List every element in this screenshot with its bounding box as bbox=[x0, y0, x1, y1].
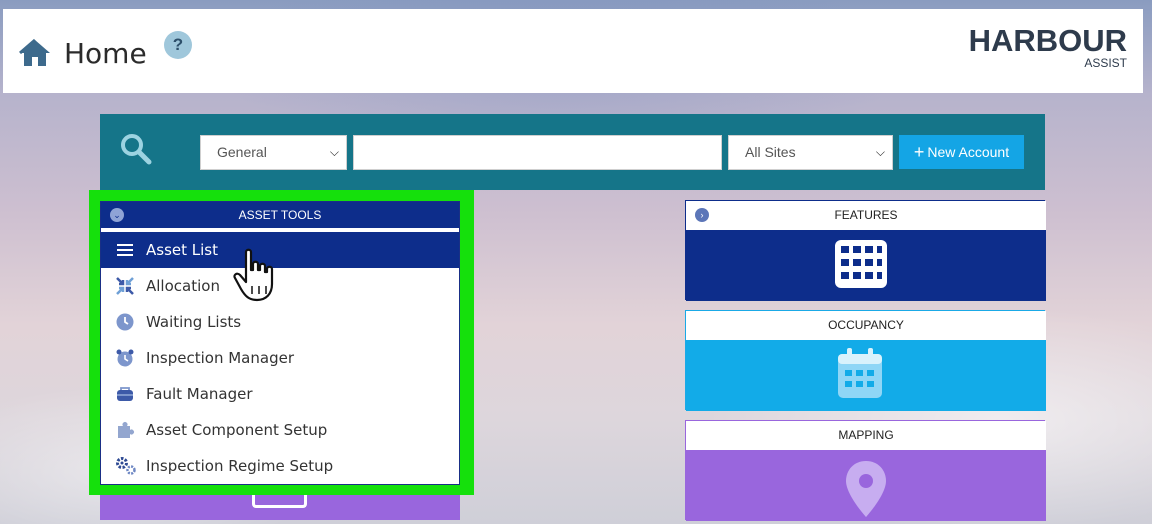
category-select-value: General bbox=[217, 144, 267, 160]
harbour-assist-logo: HARBOUR ASSIST bbox=[957, 23, 1127, 75]
menu-item-label: Asset List bbox=[146, 241, 218, 259]
occupancy-tile[interactable]: OCCUPANCY bbox=[685, 310, 1046, 411]
logo-main-text: HARBOUR bbox=[968, 23, 1127, 58]
menu-item-label: Inspection Manager bbox=[146, 349, 294, 367]
menu-item-inspection-regime-setup[interactable]: Inspection Regime Setup bbox=[101, 448, 459, 484]
toolbox-icon bbox=[115, 384, 135, 404]
list-icon bbox=[115, 240, 135, 260]
menu-item-label: Allocation bbox=[146, 277, 220, 295]
search-bar: General ⌵ All Sites ⌵ + New Account bbox=[100, 114, 1045, 190]
menu-item-fault-manager[interactable]: Fault Manager bbox=[101, 376, 459, 412]
calendar-icon bbox=[834, 348, 886, 407]
features-tile-body[interactable] bbox=[686, 230, 1046, 301]
logo-sub-text: ASSIST bbox=[1084, 56, 1127, 70]
puzzle-icon bbox=[115, 420, 135, 440]
plus-icon: + bbox=[913, 142, 925, 162]
new-account-label: New Account bbox=[927, 144, 1010, 160]
features-tile-header: › FEATURES bbox=[686, 201, 1046, 230]
occupancy-tile-label: OCCUPANCY bbox=[828, 318, 904, 332]
features-tile-label: FEATURES bbox=[834, 208, 898, 222]
asset-tools-heading: ASSET TOOLS bbox=[238, 208, 322, 222]
site-select-value: All Sites bbox=[745, 144, 796, 160]
allocation-icon bbox=[115, 276, 135, 296]
grid-icon bbox=[834, 239, 888, 294]
occupancy-tile-body[interactable] bbox=[686, 340, 1046, 411]
mapping-tile-label: MAPPING bbox=[838, 428, 894, 442]
menu-item-allocation[interactable]: Allocation bbox=[101, 268, 459, 304]
mapping-tile-body[interactable] bbox=[686, 450, 1046, 521]
home-icon[interactable] bbox=[18, 38, 52, 73]
page-title: Home bbox=[64, 37, 147, 70]
menu-item-label: Fault Manager bbox=[146, 385, 253, 403]
collapse-icon[interactable]: ⌄ bbox=[110, 208, 124, 222]
asset-tools-header[interactable]: ⌄ ASSET TOOLS bbox=[101, 202, 459, 228]
alarm-clock-icon bbox=[115, 348, 135, 368]
features-tile[interactable]: › FEATURES bbox=[685, 200, 1046, 301]
search-icon[interactable] bbox=[119, 132, 153, 171]
search-input[interactable] bbox=[353, 135, 722, 170]
help-icon[interactable]: ? bbox=[164, 31, 192, 59]
map-pin-icon bbox=[844, 459, 888, 524]
occupancy-tile-header: OCCUPANCY bbox=[686, 311, 1046, 340]
mapping-tile[interactable]: MAPPING bbox=[685, 420, 1046, 521]
menu-item-label: Waiting Lists bbox=[146, 313, 242, 331]
mapping-tile-header: MAPPING bbox=[686, 421, 1046, 450]
menu-item-label: Asset Component Setup bbox=[146, 421, 328, 439]
expand-icon[interactable]: › bbox=[695, 208, 709, 222]
category-select[interactable]: General ⌵ bbox=[200, 135, 347, 170]
new-account-button[interactable]: + New Account bbox=[899, 135, 1024, 169]
menu-item-inspection-manager[interactable]: Inspection Manager bbox=[101, 340, 459, 376]
menu-item-asset-list[interactable]: Asset List bbox=[101, 232, 459, 268]
site-select[interactable]: All Sites ⌵ bbox=[728, 135, 893, 170]
menu-item-asset-component-setup[interactable]: Asset Component Setup bbox=[101, 412, 459, 448]
asset-tools-menu: ⌄ ASSET TOOLS Asset List Allocation Wait… bbox=[100, 201, 460, 485]
clock-icon bbox=[115, 312, 135, 332]
hand-cursor-icon bbox=[232, 248, 278, 309]
app-header: Home ? HARBOUR ASSIST bbox=[3, 9, 1143, 93]
gears-icon bbox=[115, 456, 136, 476]
chevron-down-icon: ⌵ bbox=[875, 145, 885, 159]
chevron-down-icon: ⌵ bbox=[329, 145, 339, 159]
menu-item-waiting-lists[interactable]: Waiting Lists bbox=[101, 304, 459, 340]
menu-item-label: Inspection Regime Setup bbox=[146, 457, 334, 475]
